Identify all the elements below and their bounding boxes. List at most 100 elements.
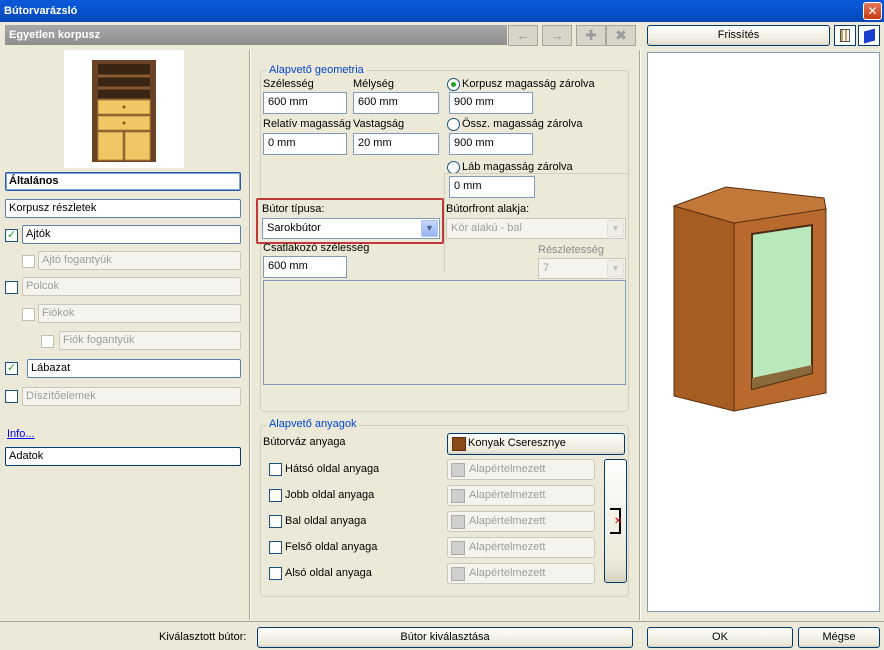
furniture-type-value: Sarokbútor	[267, 222, 321, 234]
material-swatch-icon	[451, 463, 465, 477]
bottom-side-material-button[interactable]: Alapértelmezett	[447, 563, 595, 584]
sidebar-item-decorations[interactable]: Díszítőelemek	[22, 387, 241, 406]
decorations-checkbox[interactable]	[5, 390, 18, 403]
chevron-down-icon[interactable]: ▼	[607, 220, 624, 237]
close-icon[interactable]: ✖	[606, 25, 636, 46]
body-height-field[interactable]: 900 mm	[449, 92, 533, 114]
select-furniture-button[interactable]: Bútor kiválasztása	[257, 627, 633, 648]
divider	[444, 173, 445, 273]
material-swatch-icon	[451, 567, 465, 581]
relative-height-field[interactable]: 0 mm	[263, 133, 347, 155]
depth-label: Mélység	[353, 78, 394, 90]
adjacent-width-label: Csatlakozó szélesség	[263, 242, 370, 254]
material-value: Alapértelmezett	[469, 489, 546, 501]
ok-button[interactable]: OK	[647, 627, 793, 648]
divider	[444, 173, 629, 174]
wood-swatch-icon	[452, 437, 466, 451]
sidebar-item-body-details[interactable]: Korpusz részletek	[5, 199, 241, 218]
divider	[639, 50, 641, 620]
bottom-side-label: Alsó oldal anyaga	[285, 567, 372, 579]
shelves-checkbox[interactable]	[5, 281, 18, 294]
detail-level-value: 7	[543, 262, 550, 274]
divider	[249, 50, 251, 620]
sidebar-item-door-handles[interactable]: Ajtó fogantyúk	[38, 251, 241, 270]
sidebar-item-label: Korpusz részletek	[9, 202, 97, 214]
front-shape-select[interactable]: Kör alakú - bal ▼	[446, 218, 626, 239]
cube-view-icon[interactable]	[858, 25, 880, 46]
top-side-checkbox[interactable]	[269, 541, 282, 554]
relative-height-label: Relatív magasság	[263, 118, 352, 130]
sidebar-item-shelves[interactable]: Polcok	[22, 277, 241, 296]
thickness-field[interactable]: 20 mm	[353, 133, 439, 155]
furniture-thumbnail	[64, 50, 184, 168]
material-value: Alapértelmezett	[469, 463, 546, 475]
left-side-checkbox[interactable]	[269, 515, 282, 528]
material-swatch-icon	[451, 541, 465, 555]
sidebar-item-general[interactable]: Általános	[5, 172, 241, 191]
cancel-button[interactable]: Mégse	[798, 627, 880, 648]
top-side-label: Felső oldal anyaga	[285, 541, 378, 553]
selected-furniture-label: Kiválasztott bútor:	[159, 631, 247, 643]
geometry-group-title: Alapvető geometria	[266, 64, 367, 76]
data-button[interactable]: Adatok	[5, 447, 241, 466]
page-title: Egyetlen korpusz	[5, 25, 507, 45]
material-value: Alapértelmezett	[469, 567, 546, 579]
drawers-checkbox[interactable]	[22, 308, 35, 321]
adjacent-width-field[interactable]: 600 mm	[263, 256, 347, 278]
left-side-label: Bal oldal anyaga	[285, 515, 367, 527]
door-handles-checkbox[interactable]	[22, 255, 35, 268]
furniture-type-select[interactable]: Sarokbútor ▼	[262, 218, 440, 239]
sidebar-item-label: Ajtók	[26, 228, 51, 240]
title-bar: Bútorvarázsló ✕	[0, 0, 884, 22]
sidebar-item-doors[interactable]: Ajtók	[22, 225, 241, 244]
sidebar-item-drawers[interactable]: Fiókok	[38, 304, 241, 323]
doors-checkbox[interactable]: ✓	[5, 229, 18, 242]
right-side-checkbox[interactable]	[269, 489, 282, 502]
thickness-label: Vastagság	[353, 118, 405, 130]
window-title: Bútorvarázsló	[4, 5, 78, 17]
arrow-right-icon[interactable]: →	[542, 25, 572, 46]
drawer-handles-checkbox[interactable]	[41, 335, 54, 348]
3d-preview[interactable]	[647, 52, 880, 612]
front-shape-value: Kör alakú - bal	[451, 222, 522, 234]
furniture-type-label: Bútor típusa:	[262, 203, 325, 215]
detail-level-label: Részletesség	[538, 244, 605, 256]
left-side-material-button[interactable]: Alapértelmezett	[447, 511, 595, 532]
sidebar-item-label: Lábazat	[31, 362, 71, 374]
total-height-field[interactable]: 900 mm	[449, 133, 533, 155]
right-side-material-button[interactable]: Alapértelmezett	[447, 485, 595, 506]
depth-field[interactable]: 600 mm	[353, 92, 439, 114]
material-swatch-icon	[451, 515, 465, 529]
grid-view-icon[interactable]	[834, 25, 856, 46]
body-height-locked-radio[interactable]	[447, 78, 460, 91]
frame-material-label: Bútorváz anyaga	[263, 436, 346, 448]
sidebar-item-drawer-handles[interactable]: Fiók fogantyúk	[59, 331, 241, 350]
detail-level-select[interactable]: 7 ▼	[538, 258, 626, 279]
chevron-down-icon[interactable]: ▼	[421, 220, 438, 237]
info-link[interactable]: Info...	[7, 428, 35, 440]
sidebar-item-label: Fiókok	[42, 307, 75, 319]
sidebar-item-plinth[interactable]: Lábazat	[27, 359, 241, 378]
leg-height-locked-label: Láb magasság zárolva	[462, 161, 573, 173]
cabinet-preview-image	[672, 186, 827, 412]
material-value: Alapértelmezett	[469, 515, 546, 527]
back-side-checkbox[interactable]	[269, 463, 282, 476]
arrow-left-icon[interactable]: ←	[508, 25, 538, 46]
leg-height-field[interactable]: 0 mm	[449, 176, 535, 198]
chevron-down-icon[interactable]: ▼	[607, 260, 624, 277]
refresh-button[interactable]: Frissítés	[647, 25, 830, 46]
width-label: Szélesség	[263, 78, 314, 90]
top-side-material-button[interactable]: Alapértelmezett	[447, 537, 595, 558]
frame-material-button[interactable]: Konyak Cseresznye	[447, 433, 625, 455]
width-field[interactable]: 600 mm	[263, 92, 347, 114]
total-height-locked-label: Össz. magasság zárolva	[462, 118, 583, 130]
plinth-checkbox[interactable]: ✓	[5, 362, 18, 375]
bottom-side-checkbox[interactable]	[269, 567, 282, 580]
close-window-button[interactable]: ✕	[863, 2, 882, 20]
plus-icon[interactable]: ✚	[576, 25, 606, 46]
material-swatch-icon	[451, 489, 465, 503]
link-materials-button[interactable]: ✕	[604, 459, 627, 583]
back-side-material-button[interactable]: Alapértelmezett	[447, 459, 595, 480]
sidebar-item-label: Fiók fogantyúk	[63, 334, 135, 346]
total-height-locked-radio[interactable]	[447, 118, 460, 131]
